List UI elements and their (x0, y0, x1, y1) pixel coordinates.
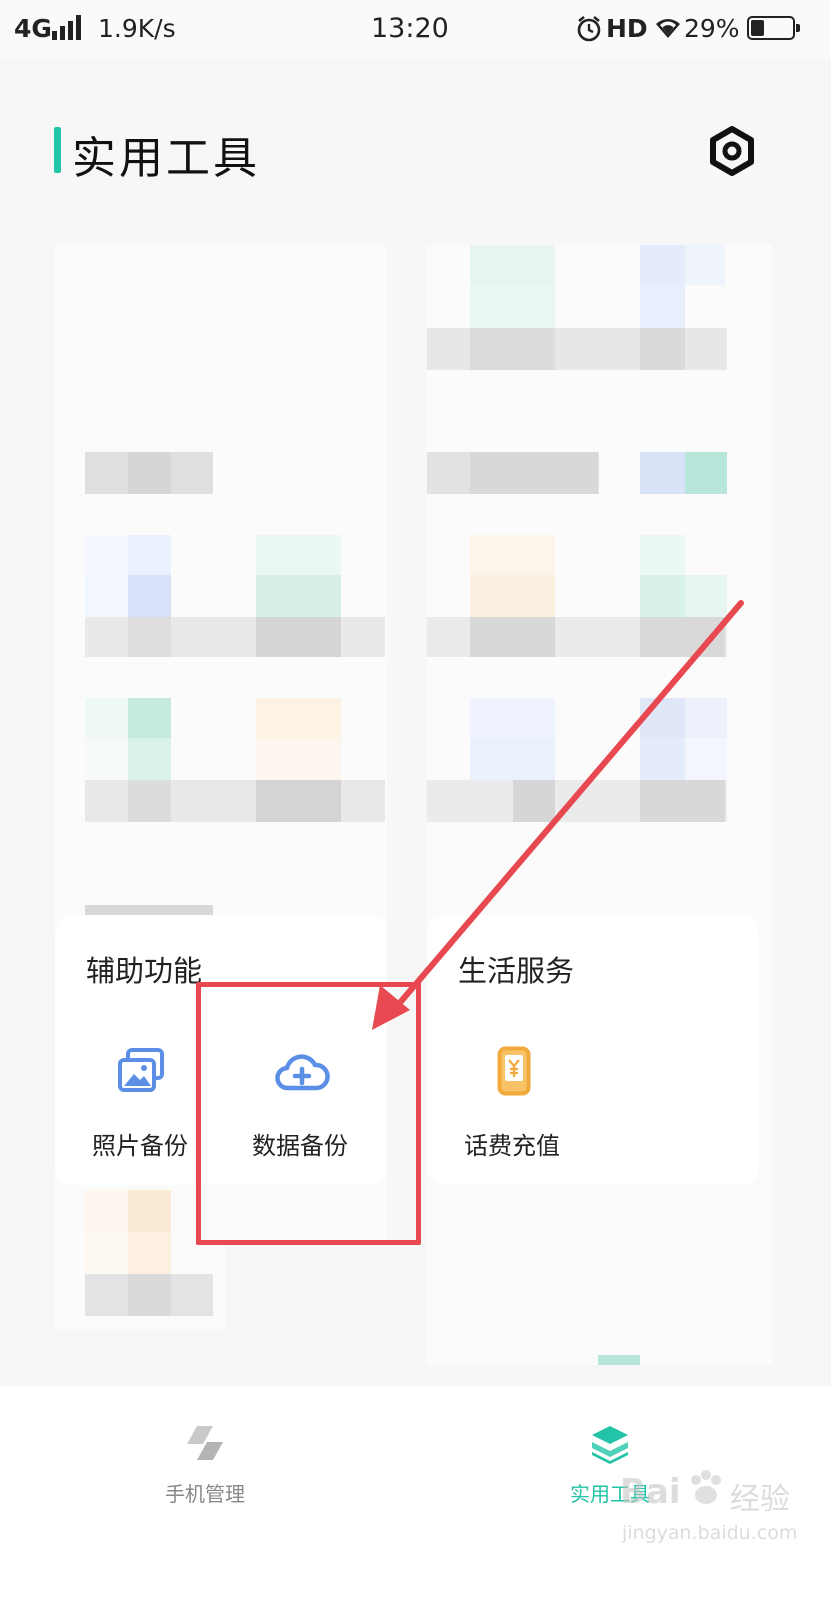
watermark-brand-cn: 经验 (730, 1482, 790, 1517)
annotation-arrow (372, 600, 744, 1030)
watermark-url: jingyan.baidu.com (622, 1522, 798, 1544)
annotation-highlight-box (196, 982, 421, 1245)
nav-phone-manage[interactable]: 手机管理 (150, 1406, 260, 1506)
layers-icon (592, 1426, 628, 1464)
phone-manage-icon (187, 1426, 223, 1460)
paw-logo-icon (691, 1470, 721, 1504)
baidu-jingyan-watermark: Bai 经验 jingyan.baidu.com (620, 1464, 825, 1554)
watermark-brand: Bai (620, 1472, 681, 1512)
nav-phone-manage-label: 手机管理 (165, 1482, 245, 1506)
